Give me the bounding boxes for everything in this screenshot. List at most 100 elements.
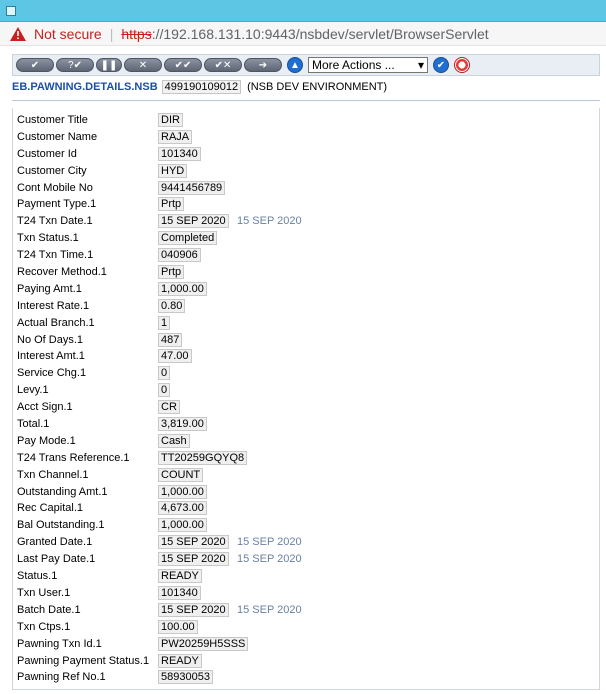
field-value: Prtp [158,265,185,280]
not-secure-label[interactable]: Not secure [34,26,102,42]
field-label: Bal Outstanding.1 [17,519,105,532]
lifebuoy-icon[interactable] [454,57,470,73]
field-value: Prtp [158,197,185,212]
field-label: Customer City [17,164,87,177]
hold-button[interactable]: ❚❚ [96,58,122,72]
field-value: CR [158,400,180,415]
t24-toolbar: ✔ ?✔ ❚❚ ✕ ✔✔ ✔✕ ➔ ▲ More Actions ... ▾ ✔ [12,54,600,76]
field-label: Interest Rate.1 [17,299,90,312]
field-value: 0 [158,366,171,381]
field-value: RAJA [158,129,193,144]
field-value: 101340 [158,146,201,161]
field-label: Pawning Payment Status.1 [17,654,150,667]
field-label: T24 Trans Reference.1 [17,451,130,464]
field-label: Granted Date.1 [17,536,93,549]
more-actions-label: More Actions ... [312,58,395,72]
field-value: 1,000.00 [158,281,207,296]
field-label: T24 Txn Time.1 [17,249,94,262]
field-label: Txn Status.1 [17,232,79,245]
field-value: 3,819.00 [158,417,207,432]
reverse-button[interactable]: ✔✕ [204,58,242,72]
url-text[interactable]: ://192.168.131.10:9443/nsbdev/servlet/Br… [152,26,489,42]
help-validate-button[interactable]: ?✔ [56,58,94,72]
field-label: Actual Branch.1 [17,316,95,329]
field-label: Recover Method.1 [17,266,107,279]
field-label: Interest Amt.1 [17,350,85,363]
warning-icon[interactable] [10,26,26,41]
field-value: 15 SEP 2020 [158,552,229,567]
field-label: Customer Id [17,147,77,160]
record-header: EB.PAWNING.DETAILS.NSB 499190109012 (NSB… [12,78,606,96]
more-actions-select[interactable]: More Actions ... ▾ [308,57,428,73]
field-value: TT20259GQYQ8 [158,450,248,465]
field-value: 9441456789 [158,180,226,195]
field-label: Last Pay Date.1 [17,553,96,566]
field-value: 15 SEP 2020 [158,214,229,229]
field-value: DIR [158,113,183,127]
field-label: Outstanding Amt.1 [17,485,108,498]
record-id: 499190109012 [161,80,242,94]
field-value: 100.00 [158,619,198,634]
url-scheme[interactable]: https [121,26,151,42]
field-value: HYD [158,163,188,178]
window-icon [6,5,16,16]
field-value: 4,673.00 [158,501,207,516]
field-value: 0 [158,383,171,398]
field-label: Txn User.1 [17,586,71,599]
field-value: 1 [158,315,171,330]
header-divider [12,100,600,101]
next-button[interactable]: ➔ [244,58,282,72]
field-value: 101340 [158,585,201,600]
environment-label: (NSB DEV ENVIRONMENT) [247,81,388,93]
validate-button[interactable]: ✔ [16,58,54,72]
field-label: Payment Type.1 [17,198,97,211]
field-value: 1,000.00 [158,518,207,533]
address-bar[interactable]: Not secure | https://192.168.131.10:9443… [0,22,606,46]
field-label: Pawning Ref No.1 [17,671,106,684]
field-label: Service Chg.1 [17,367,87,380]
field-label: Batch Date.1 [17,603,81,616]
field-value: 040906 [158,248,201,263]
field-label: Customer Title [17,114,88,126]
field-label: Levy.1 [17,384,49,397]
field-label: Status.1 [17,570,58,583]
delete-button[interactable]: ✕ [124,58,162,72]
field-value: PW20259H5SSS [158,636,249,651]
field-value: 15 SEP 2020 [158,535,229,550]
field-value: COUNT [158,467,204,482]
field-value: 0.80 [158,298,186,313]
field-label: Customer Name [17,130,98,143]
field-label: Acct Sign.1 [17,401,73,414]
field-label: Paying Amt.1 [17,282,82,295]
address-separator: | [109,25,114,42]
field-value: READY [158,569,202,584]
field-value: READY [158,653,202,668]
browser-top-strip [0,0,606,22]
application-name: EB.PAWNING.DETAILS.NSB [12,81,158,93]
field-label: Txn Channel.1 [17,468,89,481]
field-label: Total.1 [17,418,50,431]
field-label: No Of Days.1 [17,333,84,346]
field-value: Completed [158,231,218,246]
field-enrichment: 15 SEP 2020 [237,603,302,616]
field-value: 1,000.00 [158,484,207,499]
field-value: 58930053 [158,670,213,685]
record-panel [12,108,600,690]
field-label: Rec Capital.1 [17,502,84,515]
field-label: Cont Mobile No [17,181,93,194]
chevron-down-icon: ▾ [417,58,424,72]
field-label: T24 Txn Date.1 [17,215,93,228]
field-label: Txn Ctps.1 [17,620,71,633]
field-value: 47.00 [158,349,192,364]
upload-icon[interactable]: ▲ [287,57,303,73]
go-icon[interactable]: ✔ [433,57,449,73]
field-label: Pawning Txn Id.1 [17,637,102,650]
field-enrichment: 15 SEP 2020 [237,536,302,549]
field-label: Pay Mode.1 [17,434,76,447]
field-value: 487 [158,332,183,347]
authorise-button[interactable]: ✔✔ [164,58,202,72]
field-enrichment: 15 SEP 2020 [237,215,302,228]
field-value: Cash [158,433,190,448]
field-value: 15 SEP 2020 [158,602,229,617]
field-enrichment: 15 SEP 2020 [237,553,302,566]
